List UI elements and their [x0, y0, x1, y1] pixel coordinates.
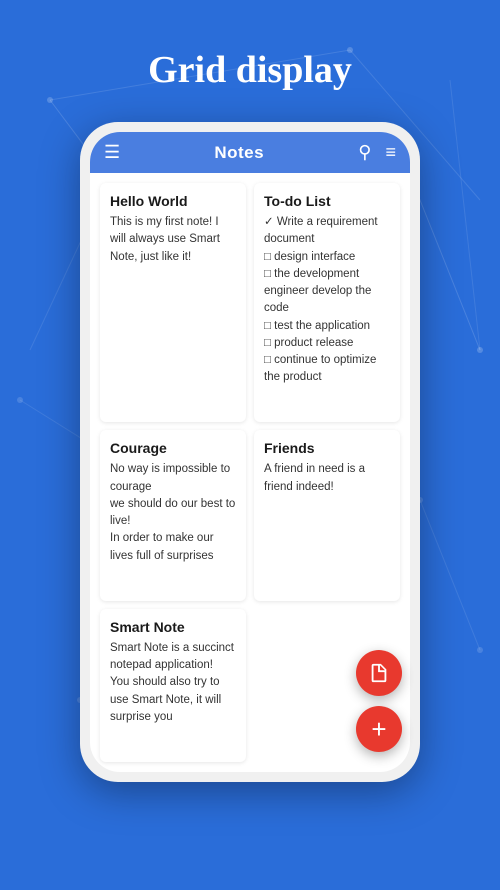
note-title: Friends — [264, 440, 390, 456]
plus-icon: + — [371, 716, 386, 742]
note-body: A friend in need is a friend indeed! — [264, 461, 390, 496]
header-actions: ⚲ ≡ — [358, 142, 396, 163]
menu-icon[interactable]: ☰ — [104, 142, 120, 163]
note-card-hello-world[interactable]: Hello World This is my first note! I wil… — [100, 183, 246, 422]
phone-frame: ☰ Notes ⚲ ≡ Hello World This is my first… — [80, 122, 420, 782]
page-title: Grid display — [0, 0, 500, 112]
note-body: No way is impossible to couragewe should… — [110, 461, 236, 565]
note-body: ✓ Write a requirement document □ design … — [264, 214, 390, 387]
note-card-courage[interactable]: Courage No way is impossible to couragew… — [100, 430, 246, 600]
add-note-button[interactable]: + — [356, 706, 402, 752]
note-title: Hello World — [110, 193, 236, 209]
filter-icon[interactable]: ≡ — [385, 142, 396, 163]
app-header: ☰ Notes ⚲ ≡ — [90, 132, 410, 173]
note-card-todo[interactable]: To-do List ✓ Write a requirement documen… — [254, 183, 400, 422]
note-card-smart-note[interactable]: Smart Note Smart Note is a succinct note… — [100, 609, 246, 762]
note-body: Smart Note is a succinct notepad applica… — [110, 640, 236, 726]
fab-area: + — [356, 650, 402, 752]
note-card-friends[interactable]: Friends A friend in need is a friend ind… — [254, 430, 400, 600]
phone-mockup: ☰ Notes ⚲ ≡ Hello World This is my first… — [0, 112, 500, 782]
note-title: To-do List — [264, 193, 390, 209]
phone-screen: ☰ Notes ⚲ ≡ Hello World This is my first… — [90, 132, 410, 772]
search-icon[interactable]: ⚲ — [358, 142, 371, 163]
note-title: Courage — [110, 440, 236, 456]
note-title: Smart Note — [110, 619, 236, 635]
app-title: Notes — [214, 143, 264, 163]
note-body: This is my first note! I will always use… — [110, 214, 236, 266]
new-note-from-template-button[interactable] — [356, 650, 402, 696]
